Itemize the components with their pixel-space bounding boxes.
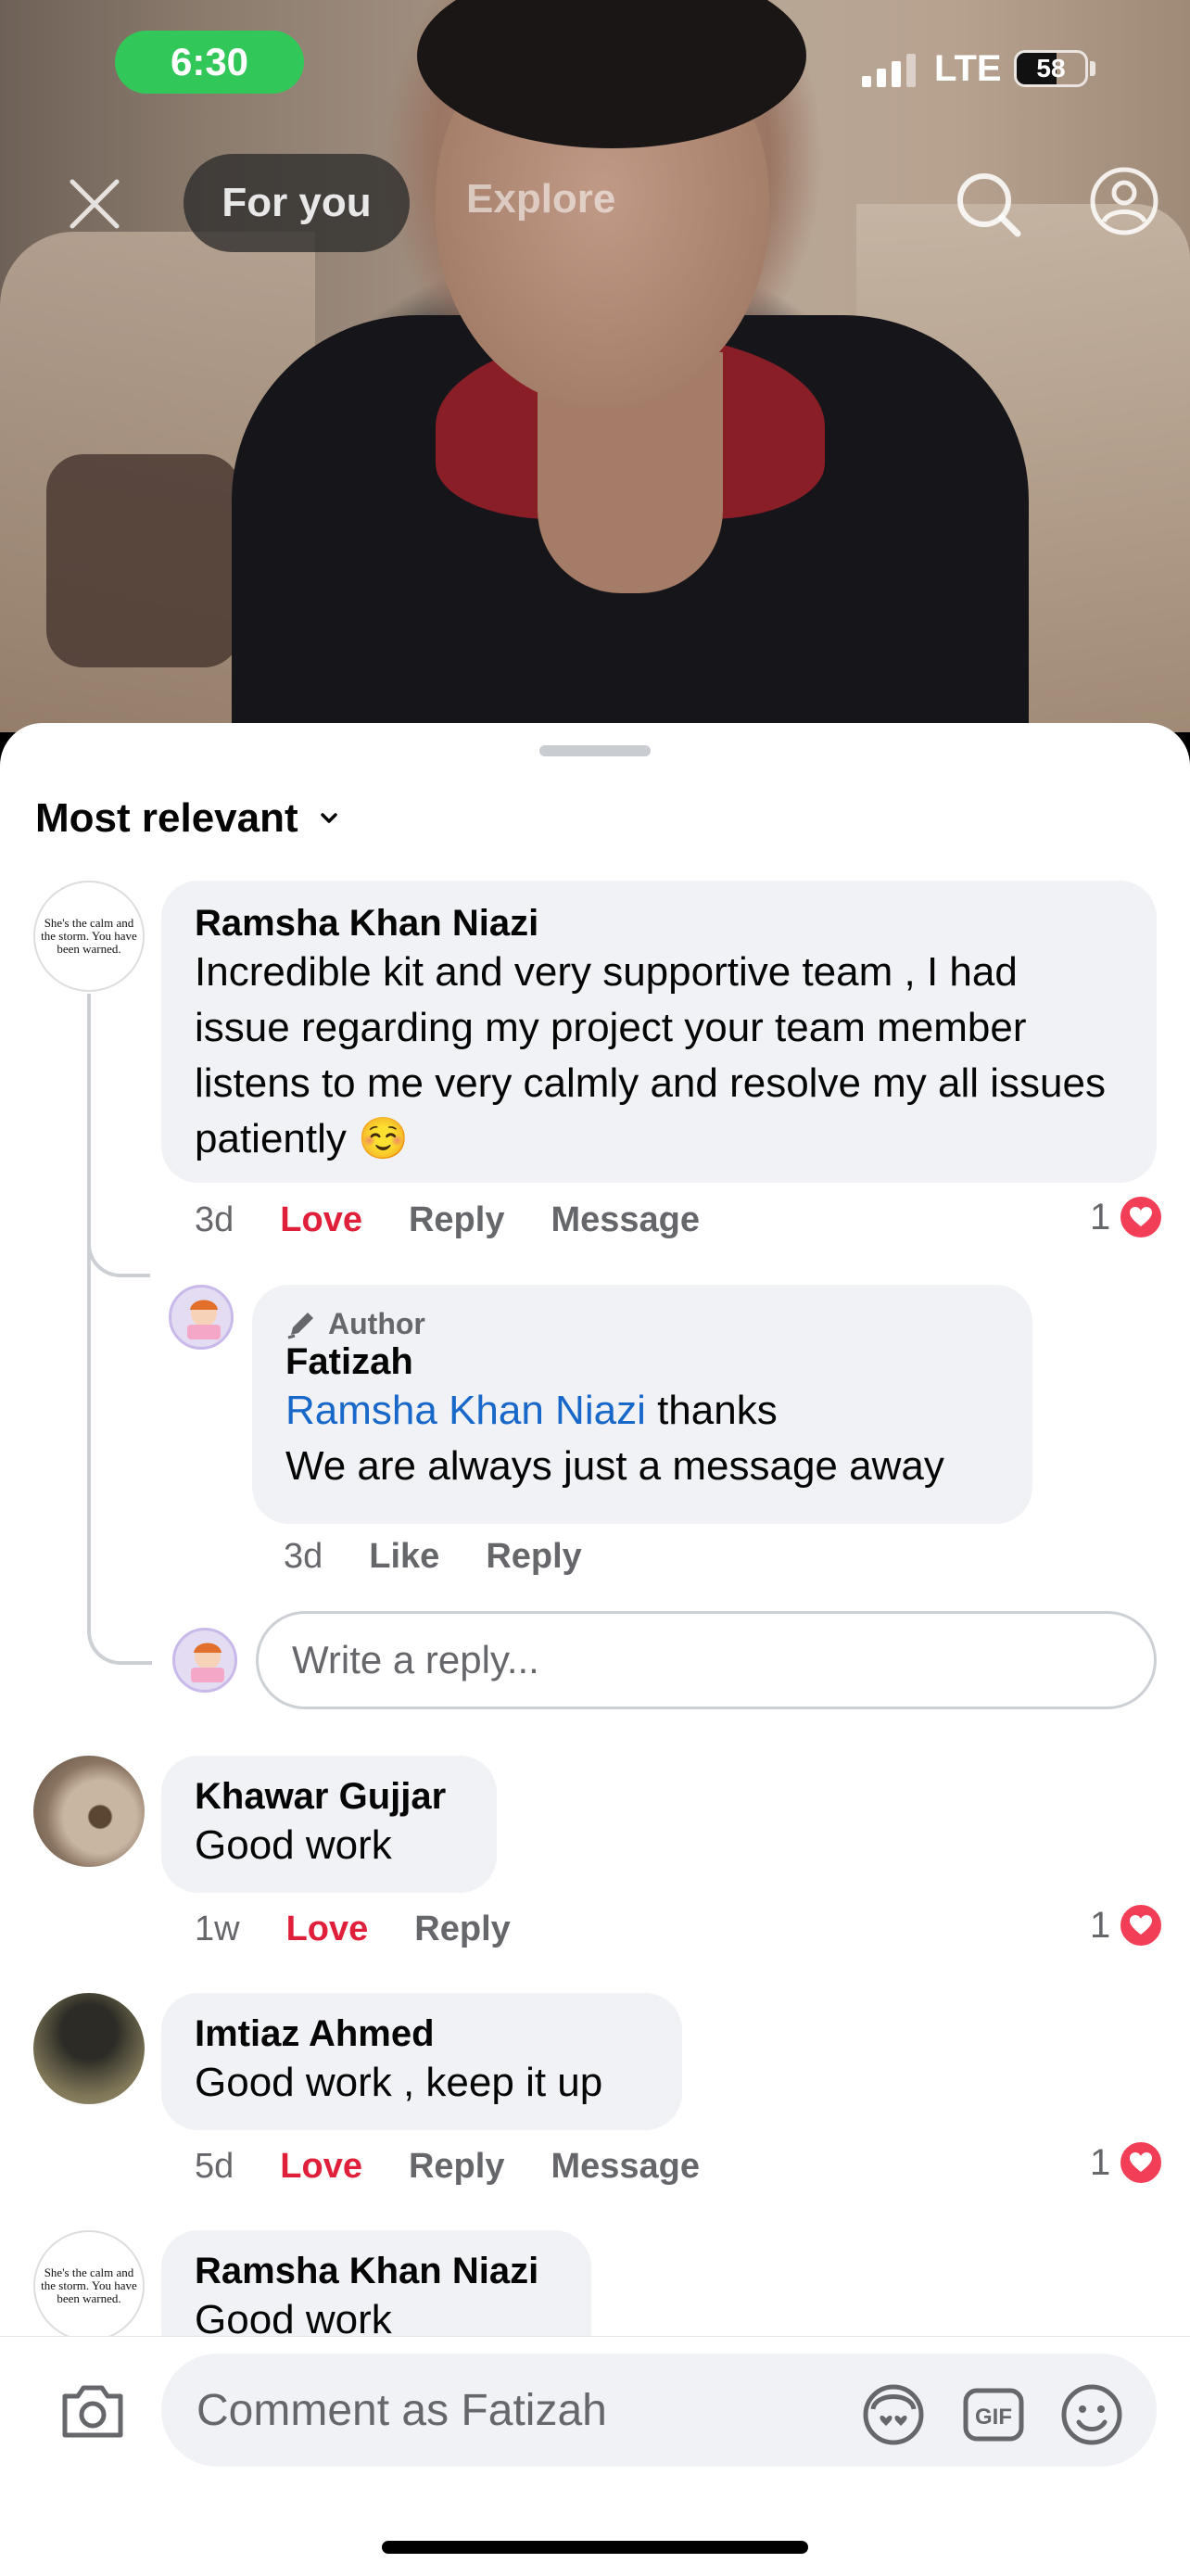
comment-bubble[interactable]: Ramsha Khan Niazi Incredible kit and ver…	[161, 881, 1157, 1183]
reply-button[interactable]: Reply	[486, 1537, 581, 1577]
search-icon[interactable]	[955, 171, 1023, 239]
sort-dropdown[interactable]: Most relevant	[35, 795, 341, 842]
avatar[interactable]	[33, 1756, 145, 1867]
avatar-caption: She's the calm and the storm. You have b…	[41, 2265, 137, 2305]
avatar-caption: She's the calm and the storm. You have b…	[41, 916, 137, 956]
reaction-count[interactable]: 1	[1090, 2139, 1165, 2186]
avatar[interactable]	[33, 1993, 145, 2104]
avatar-sticker-icon[interactable]	[860, 2381, 927, 2448]
thread-line	[87, 1272, 91, 1587]
like-button[interactable]: Like	[369, 1537, 439, 1577]
reply-actions: 3d Like Reply	[284, 1537, 582, 1577]
love-button[interactable]: Love	[286, 1910, 369, 1949]
comment-author[interactable]: Khawar Gujjar	[195, 1776, 463, 1818]
author-badge-label: Author	[328, 1307, 425, 1340]
comment-author[interactable]: Ramsha Khan Niazi	[195, 2251, 558, 2292]
network-label: LTE	[934, 48, 1002, 89]
reaction-count[interactable]: 1	[1090, 1194, 1165, 1240]
comment-bubble[interactable]: Imtiaz Ahmed Good work , keep it up	[161, 1993, 682, 2130]
comment-text: Incredible kit and very supportive team …	[195, 949, 1106, 1161]
comment-author[interactable]: Ramsha Khan Niazi	[195, 903, 1123, 945]
gif-icon[interactable]: GIF	[960, 2381, 1027, 2448]
thread-connector	[87, 1585, 152, 1665]
pencil-icon	[287, 1312, 313, 1339]
comment-time: 1w	[195, 1910, 240, 1948]
sheet-grabber[interactable]	[539, 745, 651, 756]
battery-tip	[1090, 61, 1095, 76]
author-badge: Author	[285, 1307, 999, 1341]
tab-for-you[interactable]: For you	[184, 154, 410, 252]
avatar[interactable]: She's the calm and the storm. You have b…	[33, 881, 145, 992]
comment-actions: 5d Love Reply Message	[195, 2147, 700, 2187]
comment-text: Good work	[195, 1822, 392, 1868]
video-background[interactable]	[0, 0, 1190, 732]
comment-time: 3d	[195, 1200, 234, 1239]
message-button[interactable]: Message	[551, 2147, 700, 2187]
reply-bubble[interactable]: Author Fatizah Ramsha Khan Niazi thanks …	[252, 1285, 1032, 1524]
reply-button[interactable]: Reply	[409, 2147, 504, 2187]
avatar[interactable]: She's the calm and the storm. You have b…	[33, 2230, 145, 2341]
emoji-icon[interactable]	[1058, 2381, 1125, 2448]
comment-composer: Comment as Fatizah GIF	[0, 2336, 1190, 2576]
avatar	[172, 1628, 237, 1693]
reaction-number: 1	[1090, 2141, 1111, 2183]
message-button[interactable]: Message	[551, 1200, 700, 1240]
heart-icon	[1118, 1902, 1165, 1948]
tab-explore[interactable]: Explore	[466, 176, 615, 222]
reply-button[interactable]: Reply	[414, 1910, 510, 1949]
love-button[interactable]: Love	[280, 2147, 362, 2187]
chevron-down-icon	[320, 813, 337, 823]
mention-link[interactable]: Ramsha Khan Niazi	[285, 1388, 646, 1433]
status-time: 6:30	[115, 31, 304, 94]
home-indicator[interactable]	[382, 2541, 808, 2554]
sort-label: Most relevant	[35, 795, 298, 841]
avatar[interactable]	[169, 1285, 234, 1350]
close-icon[interactable]	[65, 174, 124, 234]
svg-text:GIF: GIF	[975, 2405, 1012, 2430]
signal-icon	[862, 54, 916, 87]
heart-icon	[1118, 1194, 1165, 1240]
comment-bubble[interactable]: Khawar Gujjar Good work	[161, 1756, 497, 1893]
thread-connector	[87, 1205, 150, 1277]
reaction-number: 1	[1090, 1904, 1111, 1946]
comment-text: Good work , keep it up	[195, 2060, 603, 2105]
reply-author[interactable]: Fatizah	[285, 1341, 999, 1383]
reply-time: 3d	[284, 1537, 323, 1576]
profile-icon[interactable]	[1088, 165, 1160, 237]
reply-text: thanks	[645, 1388, 778, 1433]
reply-text-line2: We are always just a message away	[285, 1443, 944, 1489]
reaction-count[interactable]: 1	[1090, 1902, 1165, 1948]
camera-icon[interactable]	[57, 2376, 128, 2446]
love-button[interactable]: Love	[280, 1200, 362, 1240]
reaction-number: 1	[1090, 1196, 1111, 1237]
battery-icon: 58	[1014, 50, 1088, 87]
heart-icon	[1118, 2139, 1165, 2186]
battery-level: 58	[1036, 54, 1066, 82]
reply-button[interactable]: Reply	[409, 1200, 504, 1240]
comment-time: 5d	[195, 2147, 234, 2186]
comment-actions: 3d Love Reply Message	[195, 1200, 700, 1240]
reply-input[interactable]: Write a reply...	[256, 1611, 1157, 1709]
comment-actions: 1w Love Reply	[195, 1910, 511, 1949]
comment-author[interactable]: Imtiaz Ahmed	[195, 2013, 649, 2055]
